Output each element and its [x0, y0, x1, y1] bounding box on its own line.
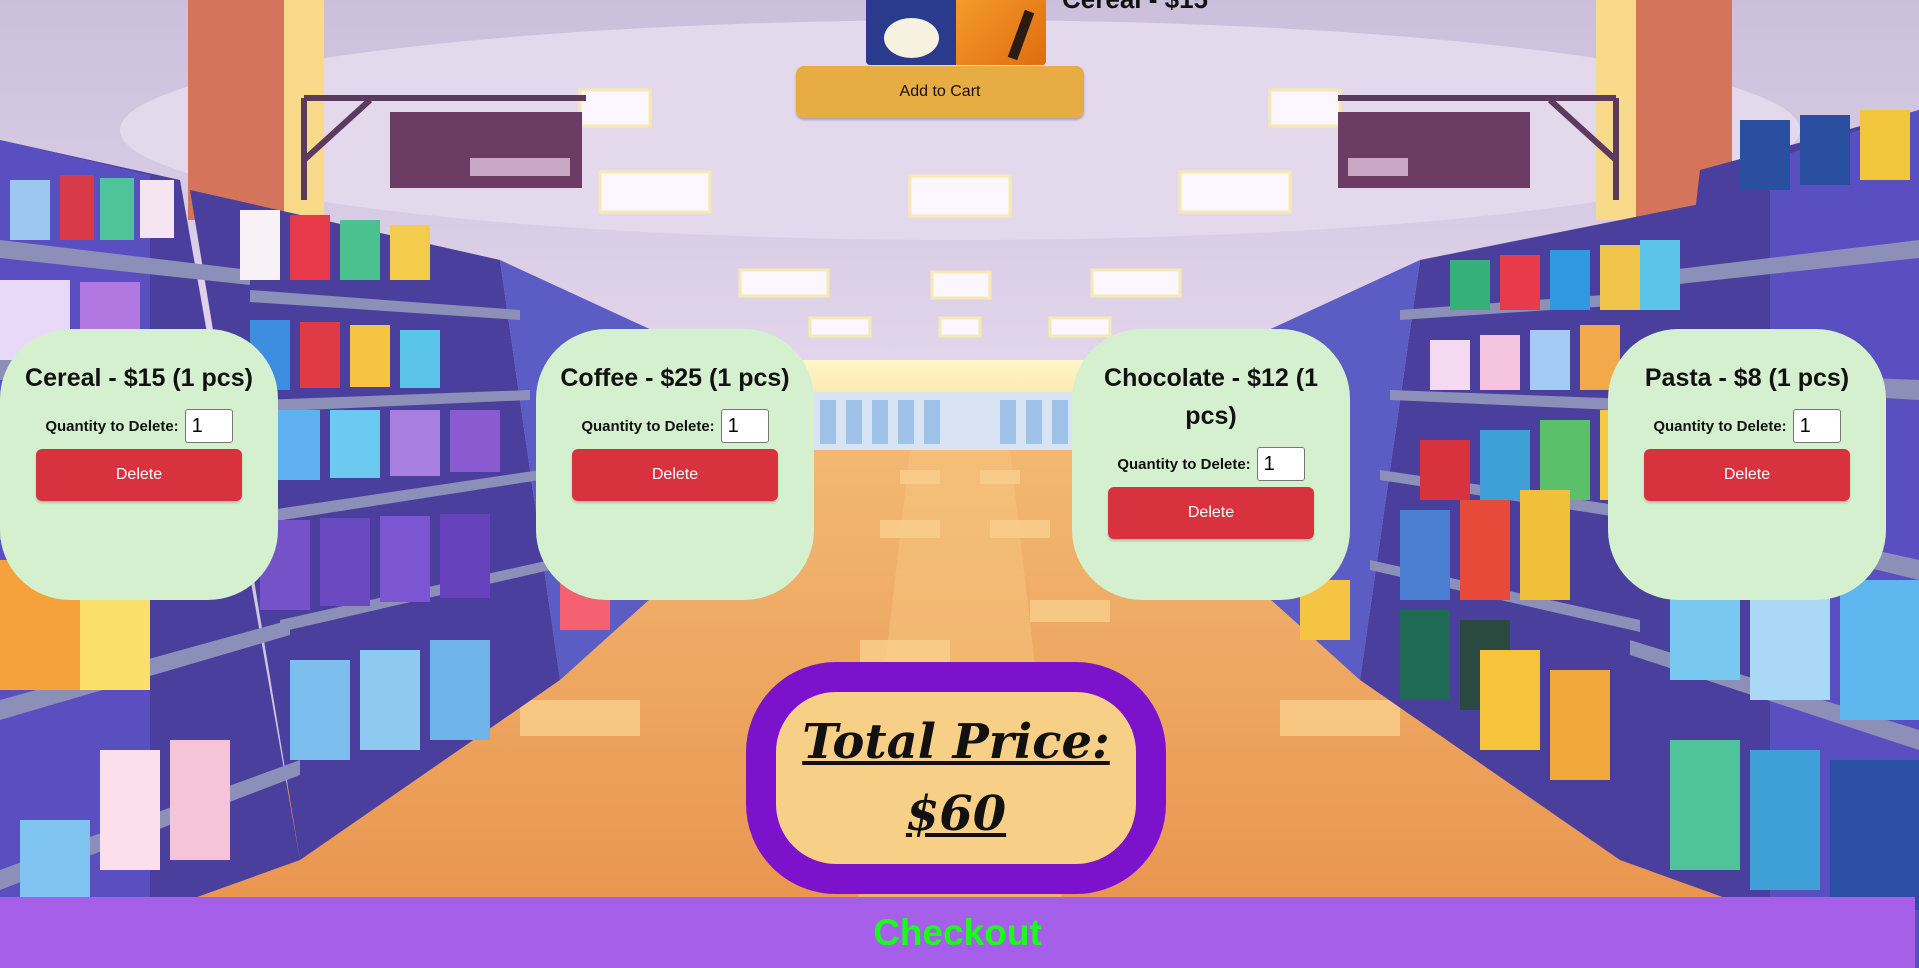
- total-price-text: Total Price: $60: [802, 706, 1110, 850]
- quantity-input[interactable]: [184, 409, 233, 443]
- quantity-row: Quantity to Delete:: [536, 409, 814, 443]
- featured-product-title: Cereal - $15: [1062, 0, 1208, 15]
- checkout-label: Checkout: [873, 911, 1042, 953]
- quantity-label: Quantity to Delete:: [45, 417, 179, 435]
- quantity-label: Quantity to Delete:: [1653, 417, 1787, 435]
- quantity-row: Quantity to Delete:: [1608, 409, 1886, 443]
- total-price-amount: $60: [905, 786, 1007, 842]
- tiger-mascot-graphic: [956, 0, 1046, 65]
- cart-item-name: Pasta - $8 (1 pcs): [1644, 364, 1850, 392]
- cereal-bowl-graphic: [884, 18, 939, 58]
- total-price-label: Total Price:: [802, 714, 1110, 770]
- cereal-product-image: [866, 0, 1046, 65]
- quantity-row: Quantity to Delete:: [0, 409, 278, 443]
- cart-item-cereal: Cereal - $15 (1 pcs) Quantity to Delete:…: [0, 329, 278, 600]
- quantity-row: Quantity to Delete:: [1072, 447, 1350, 481]
- delete-button[interactable]: Delete: [1644, 449, 1850, 501]
- add-to-cart-button[interactable]: Add to Cart: [796, 66, 1084, 118]
- quantity-input[interactable]: [1256, 447, 1305, 481]
- delete-button[interactable]: Delete: [572, 449, 778, 501]
- quantity-label: Quantity to Delete:: [1117, 455, 1251, 473]
- cart-item-coffee: Coffee - $25 (1 pcs) Quantity to Delete:…: [536, 329, 814, 600]
- cart-item-chocolate: Chocolate - $12 (1 pcs) Quantity to Dele…: [1072, 329, 1350, 600]
- cart-item-pasta: Pasta - $8 (1 pcs) Quantity to Delete: D…: [1608, 329, 1886, 600]
- quantity-input[interactable]: [720, 409, 769, 443]
- cart-item-name: Coffee - $25 (1 pcs): [560, 364, 790, 392]
- cart-item-name: Cereal - $15 (1 pcs): [25, 364, 253, 392]
- checkout-button[interactable]: Checkout: [0, 897, 1915, 968]
- quantity-input[interactable]: [1792, 409, 1841, 443]
- delete-button[interactable]: Delete: [36, 449, 242, 501]
- cart-item-name: Chocolate - $12 (1 pcs): [1104, 364, 1318, 430]
- total-price-box: Total Price: $60: [746, 662, 1166, 894]
- delete-button[interactable]: Delete: [1108, 487, 1314, 539]
- quantity-label: Quantity to Delete:: [581, 417, 715, 435]
